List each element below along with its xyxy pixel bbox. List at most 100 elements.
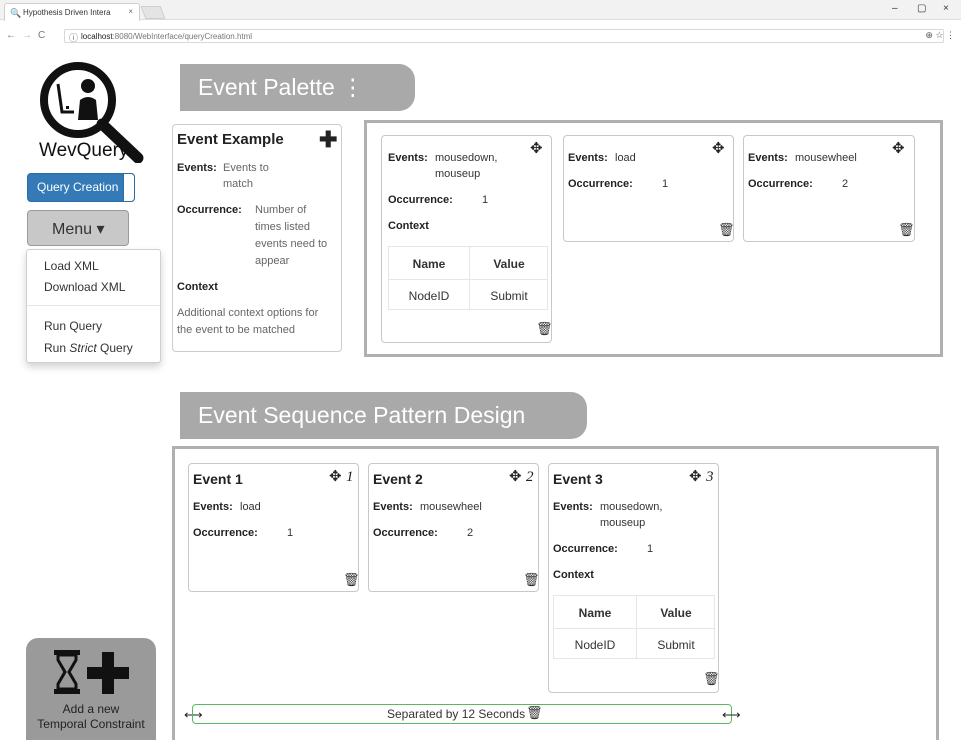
- menu-item-download-xml[interactable]: Download XML: [44, 280, 125, 294]
- address-bar[interactable]: ⓘ localhost:8080/WebInterface/queryCreat…: [64, 29, 944, 43]
- address-bar-icons[interactable]: ⊕ ☆ ⋮: [925, 30, 955, 41]
- menu-item-run-strict-query[interactable]: Run Strict Query: [44, 341, 133, 355]
- example-occurrence-line1: Number of: [255, 204, 307, 216]
- add-temporal-constraint-button[interactable]: Add a new Temporal Constraint: [26, 638, 156, 740]
- add-event-icon[interactable]: ✚: [319, 127, 337, 153]
- events-line2: mouseup: [600, 517, 646, 529]
- site-info-icon[interactable]: ⓘ: [69, 31, 78, 44]
- event-palette-area: ✥ Events: mousedown, mouseup Occurrence:…: [364, 120, 943, 357]
- trash-icon[interactable]: 🗑: [526, 705, 543, 721]
- occurrence-value: 2: [842, 178, 849, 190]
- event-order-number: 1: [346, 469, 354, 485]
- occurrence-label: Occurrence:: [553, 543, 618, 555]
- constraint-end-resize-icon[interactable]: ⟷: [722, 707, 741, 723]
- palette-event-card[interactable]: ✥ Events: mousedown, mouseup Occurrence:…: [381, 135, 553, 343]
- forward-arrow-icon[interactable]: →: [22, 30, 32, 41]
- palette-event-card[interactable]: ✥ Events: load Occurrence: 1 🗑: [563, 135, 735, 242]
- trash-icon[interactable]: 🗑: [898, 222, 915, 238]
- browser-tab-strip: 🔍 Hypothesis Driven Intera × – ▢ ×: [0, 0, 961, 21]
- context-header-value: Value: [493, 257, 525, 271]
- event-order-number: 2: [526, 469, 534, 485]
- example-context-label: Context: [177, 281, 218, 293]
- menu-dropdown: Load XML Download XML Run Query Run Stri…: [26, 249, 161, 363]
- trash-icon[interactable]: 🗑: [343, 572, 360, 588]
- example-events-label: Events:: [177, 162, 217, 174]
- occurrence-value: 2: [467, 527, 474, 539]
- sequence-event-card[interactable]: Event 1 ✥ 1 Events: load Occurrence: 1 🗑: [188, 463, 360, 592]
- context-label: Context: [388, 220, 429, 232]
- page-favicon-icon: 🔍: [10, 8, 22, 18]
- separator-text: Separated by 12 Seconds: [387, 707, 526, 721]
- menu-item-run-query[interactable]: Run Query: [44, 319, 102, 333]
- occurrence-label: Occurrence:: [748, 178, 813, 190]
- example-occurrence-line4: appear: [255, 255, 290, 267]
- url-host: localhost: [81, 32, 113, 41]
- move-icon[interactable]: ✥: [329, 467, 342, 485]
- events-line1: mousedown,: [600, 501, 663, 513]
- tab-title: Hypothesis Driven Intera: [23, 8, 111, 17]
- example-occurrence-label: Occurrence:: [177, 204, 242, 216]
- sequence-pattern-title: Event Sequence Pattern Design: [198, 402, 526, 428]
- events-label: Events:: [373, 501, 413, 513]
- reload-icon[interactable]: C: [38, 30, 45, 41]
- context-header-value: Value: [660, 606, 692, 620]
- events-value: mousewheel: [795, 152, 857, 164]
- trash-icon[interactable]: 🗑: [718, 222, 735, 238]
- window-maximize-icon[interactable]: ▢: [917, 3, 926, 14]
- event-palette-header[interactable]: Event Palette ⋮: [180, 64, 415, 111]
- events-label: Events:: [748, 152, 788, 164]
- occurrence-label: Occurrence:: [193, 527, 258, 539]
- context-label: Context: [553, 569, 594, 581]
- move-icon[interactable]: ✥: [509, 467, 522, 485]
- context-cell-value: Submit: [490, 289, 528, 303]
- browser-tab[interactable]: 🔍 Hypothesis Driven Intera ×: [4, 3, 140, 21]
- menu-button[interactable]: Menu ▾: [27, 210, 129, 246]
- query-creation-button[interactable]: Query Creation: [27, 173, 135, 202]
- context-table: Name Value NodeID Submit: [388, 246, 548, 310]
- table-divider: [389, 279, 547, 280]
- move-icon[interactable]: ✥: [689, 467, 702, 485]
- event-order-number: 3: [706, 469, 714, 485]
- event-title: Event 1: [193, 471, 243, 487]
- move-icon[interactable]: ✥: [712, 139, 725, 157]
- menu-item-load-xml[interactable]: Load XML: [44, 259, 99, 273]
- run-strict-suffix: Query: [96, 341, 133, 355]
- trash-icon[interactable]: 🗑: [523, 572, 540, 588]
- context-header-name: Name: [578, 606, 612, 620]
- context-table: Name Value NodeID Submit: [553, 595, 715, 659]
- hourglass-plus-icon: [54, 650, 129, 694]
- sequence-event-card[interactable]: Event 2 ✥ 2 Events: mousewheel Occurrenc…: [368, 463, 540, 592]
- events-line2: mouseup: [435, 168, 481, 180]
- temporal-constraint-line1: Add a new: [62, 702, 120, 716]
- query-creation-toggle[interactable]: [123, 173, 135, 202]
- events-value: mousewheel: [420, 501, 482, 513]
- temporal-constraint-line2: Temporal Constraint: [37, 717, 145, 731]
- example-occurrence-line2: times listed: [255, 221, 311, 233]
- back-arrow-icon[interactable]: ←: [6, 30, 16, 41]
- example-events-line2: match: [223, 178, 253, 190]
- context-cell-name: NodeID: [408, 289, 450, 303]
- new-tab-button[interactable]: [140, 6, 166, 19]
- menu-divider: [27, 305, 160, 306]
- example-context-line2: the event to be matched: [177, 324, 296, 336]
- event-title: Event 3: [553, 471, 603, 487]
- window-close-icon[interactable]: ×: [943, 3, 949, 14]
- url-path: :8080/WebInterface/queryCreation.html: [112, 32, 253, 41]
- trash-icon[interactable]: 🗑: [536, 321, 553, 337]
- occurrence-label: Occurrence:: [568, 178, 633, 190]
- context-header-name: Name: [412, 257, 446, 271]
- move-icon[interactable]: ✥: [530, 139, 543, 157]
- sequence-event-card[interactable]: Event 3 ✥ 3 Events: mousedown, mouseup O…: [548, 463, 720, 693]
- occurrence-value: 1: [482, 194, 489, 206]
- menu-label: Menu ▾: [52, 221, 105, 238]
- trash-icon[interactable]: 🗑: [703, 671, 720, 687]
- events-value: load: [615, 152, 636, 164]
- window-minimize-icon[interactable]: –: [892, 3, 898, 14]
- occurrence-label: Occurrence:: [373, 527, 438, 539]
- tab-close-icon[interactable]: ×: [128, 7, 133, 16]
- occurrence-label: Occurrence:: [388, 194, 453, 206]
- events-label: Events:: [193, 501, 233, 513]
- palette-event-card[interactable]: ✥ Events: mousewheel Occurrence: 2 🗑: [743, 135, 915, 242]
- move-icon[interactable]: ✥: [892, 139, 905, 157]
- temporal-constraint-bar[interactable]: Separated by 12 Seconds 🗑: [192, 704, 732, 724]
